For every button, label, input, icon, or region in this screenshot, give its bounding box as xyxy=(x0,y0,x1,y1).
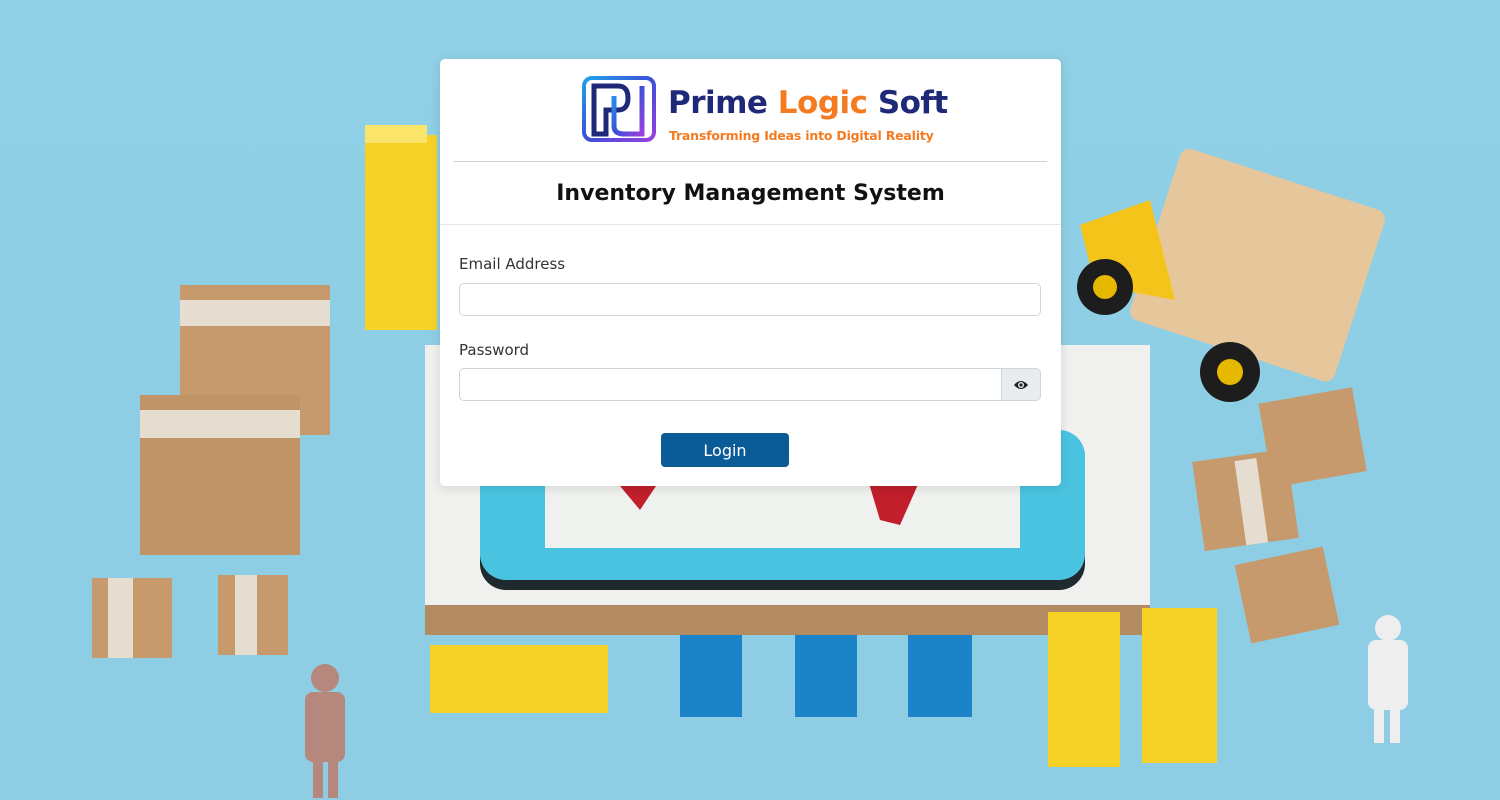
email-label: Email Address xyxy=(459,255,566,273)
toggle-password-button[interactable] xyxy=(1001,368,1041,401)
section-divider xyxy=(440,224,1061,225)
email-field[interactable] xyxy=(459,283,1041,316)
brand-logo: Prime Logic Soft Transforming Ideas into… xyxy=(582,76,948,146)
brand-name: Prime Logic Soft xyxy=(668,86,948,120)
page-title: Inventory Management System xyxy=(556,181,945,206)
yellow-block-left xyxy=(365,125,437,330)
brand-name-part2: Logic xyxy=(777,85,868,121)
login-button[interactable]: Login xyxy=(661,433,789,467)
brand-tagline: Transforming Ideas into Digital Reality xyxy=(669,128,934,143)
password-label: Password xyxy=(459,341,530,359)
logo-mark-icon xyxy=(582,76,656,142)
brand-name-part1: Prime xyxy=(668,85,768,121)
login-card: Prime Logic Soft Transforming Ideas into… xyxy=(440,59,1061,486)
header-divider xyxy=(454,161,1047,162)
eye-icon xyxy=(1014,380,1028,389)
brand-name-part3: Soft xyxy=(877,85,948,121)
password-field[interactable] xyxy=(459,368,1002,401)
